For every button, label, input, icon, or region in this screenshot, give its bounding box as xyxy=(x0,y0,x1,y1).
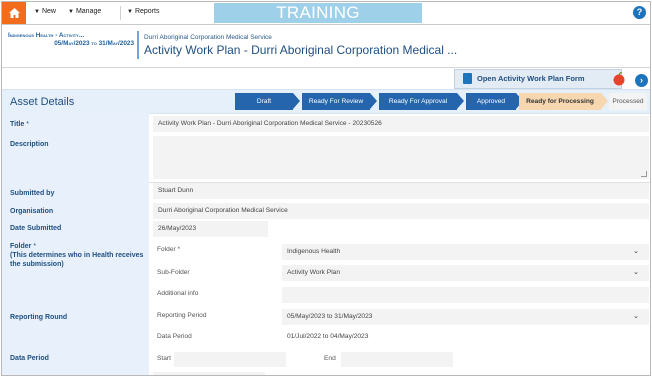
home-icon xyxy=(8,8,20,18)
end-date-field[interactable] xyxy=(341,352,453,367)
stage-arrow xyxy=(601,93,608,109)
menu-separator xyxy=(120,6,121,20)
additional-info-label: Additional info xyxy=(157,290,199,297)
data-period-value: 01/Jul/2022 to 04/May/2023 xyxy=(287,333,369,340)
title-label: Title * xyxy=(10,121,29,128)
date-submitted-label: Date Submitted xyxy=(10,225,62,232)
chevron-down-icon: ⌄ xyxy=(633,269,639,276)
round-dates: 05/May/2023 to 31/May/2023 xyxy=(54,40,134,47)
page-title: Activity Work Plan - Durri Aboriginal Co… xyxy=(144,43,458,57)
folder-note: (This determines who in Health receives … xyxy=(10,252,144,268)
training-environment-banner: TRAINING ENVIRONMENT xyxy=(214,3,422,42)
subfolder-label: Sub-Folder xyxy=(157,269,190,276)
reporting-period-select[interactable]: 05/May/2023 to 31/May/2023 ⌄ xyxy=(282,309,649,325)
stage-processed: Processed xyxy=(609,93,647,110)
section-title: Asset Details xyxy=(10,96,75,108)
stage-ready-for-approval: Ready For Approval xyxy=(379,93,457,110)
data-period-sub-label: Data Period xyxy=(157,333,192,340)
document-icon xyxy=(463,73,472,84)
app-window: ▼New ▼Manage ▼Reports TRAINING ENVIRONME… xyxy=(1,1,651,376)
folder-label: Folder * (This determines who in Health … xyxy=(10,243,144,268)
title-field[interactable]: Activity Work Plan - Durri Aboriginal Co… xyxy=(153,116,649,132)
start-date-field[interactable] xyxy=(174,352,286,367)
reporting-round-label: Reporting Round xyxy=(10,314,68,321)
submitted-by-field: Stuart Dunn xyxy=(153,183,649,199)
caret-down-icon: ▼ xyxy=(127,9,133,15)
caret-down-icon: ▼ xyxy=(68,9,74,15)
folder-sub-label: Folder * xyxy=(157,246,181,253)
stage-ready-for-processing: Ready for Processing xyxy=(519,93,601,110)
reports-menu[interactable]: ▼ Reports xyxy=(127,8,159,15)
program-name: Indigenous Health - Activity... xyxy=(8,32,85,39)
submitted-by-label: Submitted by xyxy=(10,190,55,197)
help-icon[interactable]: ? xyxy=(633,6,646,19)
organisation-field: Durri Aboriginal Corporation Medical Ser… xyxy=(153,203,649,219)
home-button[interactable] xyxy=(2,2,26,24)
stage-arrow xyxy=(293,93,300,109)
reporting-period-label: Reporting Period xyxy=(157,312,207,319)
open-form-button[interactable]: Open Activity Work Plan Form xyxy=(454,69,622,89)
organisation-label: Organisation xyxy=(10,208,54,215)
chevron-down-icon: ⌄ xyxy=(633,313,639,320)
stage-draft: Draft xyxy=(235,93,293,110)
stage-arrow xyxy=(457,93,464,109)
subfolder-select[interactable]: Activity Work Plan ⌄ xyxy=(282,265,649,281)
top-menu-bar: ▼New ▼Manage ▼Reports TRAINING ENVIRONME… xyxy=(2,2,650,42)
manage-menu[interactable]: ▼ Manage xyxy=(68,8,101,15)
chevron-down-icon: ⌄ xyxy=(633,248,639,255)
data-period-label: Data Period xyxy=(10,355,49,362)
folder-select[interactable]: Indigenous Health ⌄ xyxy=(282,244,649,260)
header-divider xyxy=(137,31,139,59)
asset-header: Indigenous Health - Activity... 05/May/2… xyxy=(2,25,650,68)
caret-down-icon: ▼ xyxy=(34,9,40,15)
start-label: Start xyxy=(157,355,171,362)
stage-arrow xyxy=(370,93,377,109)
stage-ready-for-review: Ready For Review xyxy=(302,93,370,110)
stage-approved: Approved xyxy=(466,93,516,110)
reporting-round-summary[interactable]: Indigenous Health - Activity... 05/May/2… xyxy=(8,32,134,48)
resize-handle-icon[interactable] xyxy=(641,171,647,177)
next-field-partial xyxy=(153,372,265,375)
new-menu[interactable]: ▼ New xyxy=(34,8,56,15)
workflow-stages: Draft Ready For Review Ready For Approva… xyxy=(235,93,647,110)
chevron-right-icon[interactable]: › xyxy=(635,74,648,87)
apple-icon[interactable] xyxy=(612,72,626,86)
additional-info-field[interactable] xyxy=(282,287,649,303)
description-textarea[interactable] xyxy=(153,136,649,179)
end-label: End xyxy=(324,355,336,362)
description-label: Description xyxy=(10,141,49,148)
date-submitted-field: 26/May/2023 xyxy=(153,221,268,237)
header-organisation: Durri Aboriginal Corporation Medical Ser… xyxy=(144,34,272,41)
asset-details-bar: Asset Details Draft Ready For Review Rea… xyxy=(2,89,650,114)
